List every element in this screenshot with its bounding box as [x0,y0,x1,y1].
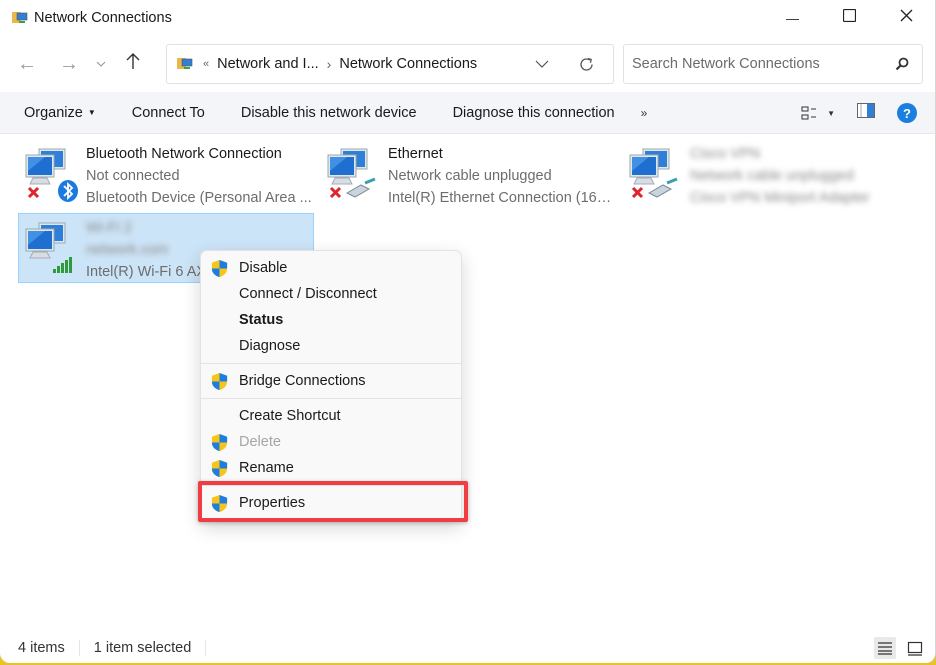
bluetooth-network-icon [23,147,79,203]
menu-item-rename[interactable]: Rename [201,455,461,481]
menu-item-label: Properties [239,495,306,511]
breadcrumb-network-and-internet[interactable]: Network and I... [217,56,319,72]
chevron-down-icon [96,58,106,70]
title-bar: Network Connections — [0,0,935,36]
recent-locations-button[interactable] [88,45,114,83]
menu-item-label: Delete [239,434,281,450]
address-dropdown-button[interactable] [527,45,557,83]
uac-shield-icon [211,494,228,513]
item-count: 4 items [18,640,65,656]
search-icon[interactable] [894,56,910,72]
up-arrow-icon [125,52,141,76]
large-icons-view-icon [907,641,923,656]
more-commands-button[interactable]: » [641,106,648,120]
uac-shield-icon [211,372,228,391]
search-input[interactable] [632,56,882,72]
explorer-window: Network Connections — ← → « Network and … [0,0,936,663]
refresh-button[interactable] [571,45,601,83]
connection-name: Wi-Fi 2 [86,220,132,236]
menu-item-create-shortcut[interactable]: Create Shortcut [201,403,461,429]
details-view-icon [878,642,892,655]
connection-status: Not connected [86,168,180,184]
context-menu: Disable Connect / Disconnect Status Diag… [200,250,462,522]
menu-item-label: Create Shortcut [239,408,341,424]
minimize-icon: — [786,10,799,26]
uac-shield-icon [211,433,228,452]
refresh-icon [579,57,593,71]
uac-shield-icon [211,459,228,478]
caret-down-icon: ▼ [87,107,96,117]
minimize-button[interactable]: — [764,0,821,36]
menu-item-connect-disconnect[interactable]: Connect / Disconnect [201,281,461,307]
caret-down-icon: ▼ [827,108,835,118]
help-button[interactable]: ? [897,103,917,123]
menu-item-properties[interactable]: Properties [201,490,461,516]
diagnose-connection-button[interactable]: Diagnose this connection [453,105,615,121]
large-icons-view-button[interactable] [904,637,926,659]
breadcrumb-network-connections[interactable]: Network Connections [339,56,477,72]
close-icon [900,9,913,27]
menu-item-label: Disable [239,260,288,276]
selection-count: 1 item selected [93,640,192,656]
menu-item-label: Connect / Disconnect [239,286,377,302]
breadcrumb-separator[interactable]: › [327,56,332,72]
uac-shield-icon [211,259,228,278]
address-bar[interactable]: « Network and I... › Network Connections [166,44,614,84]
preview-pane-icon [857,103,875,118]
ethernet-network-icon [627,147,683,203]
window-title: Network Connections [34,10,172,26]
menu-item-diagnose[interactable]: Diagnose [201,333,461,359]
menu-item-disable[interactable]: Disable [201,255,461,281]
menu-item-label: Status [239,312,284,328]
connection-status: Network cable unplugged [690,168,854,184]
menu-item-bridge-connections[interactable]: Bridge Connections [201,368,461,394]
menu-item-label: Diagnose [239,338,301,354]
back-button[interactable]: ← [8,45,46,83]
maximize-icon [842,8,857,27]
organize-label: Organize [24,104,83,121]
up-button[interactable] [114,45,152,83]
status-bar: 4 items 1 item selected [0,633,935,663]
organize-button[interactable]: Organize ▼ [24,105,96,121]
search-box[interactable] [623,44,923,84]
ethernet-network-icon [325,147,381,203]
maximize-button[interactable] [821,0,878,36]
network-folder-icon [12,10,28,26]
connection-device: Intel(R) Ethernet Connection (16) I... [388,190,616,206]
connections-list: Bluetooth Network Connection Not connect… [0,135,935,630]
connection-name: Cisco VPN [690,146,761,162]
menu-item-label: Bridge Connections [239,373,366,389]
view-options-icon [801,106,817,120]
connection-status: Network cable unplugged [388,168,552,184]
status-divider [205,640,207,656]
wifi-network-icon [23,221,79,277]
breadcrumb-overflow[interactable]: « [203,58,209,70]
menu-separator [201,485,461,486]
details-view-button[interactable] [874,637,896,659]
command-bar: Organize ▼ Connect To Disable this networ… [0,92,935,134]
disable-device-button[interactable]: Disable this network device [241,105,417,121]
preview-pane-button[interactable] [857,103,875,123]
close-button[interactable] [878,0,935,36]
network-folder-icon [177,56,195,72]
connection-name: Ethernet [388,146,443,162]
connection-name: Bluetooth Network Connection [86,146,282,162]
status-divider [78,640,80,656]
back-arrow-icon: ← [17,52,37,75]
menu-separator [201,363,461,364]
forward-button[interactable]: → [50,45,88,83]
navigation-bar: ← → « Network and I... › Network Connect… [0,36,935,92]
menu-item-status[interactable]: Status [201,307,461,333]
connection-item-bluetooth[interactable]: Bluetooth Network Connection Not connect… [18,139,314,209]
connection-item-vpn[interactable]: Cisco VPN Network cable unplugged Cisco … [622,139,918,209]
menu-item-delete: Delete [201,429,461,455]
change-view-button[interactable]: ▼ [801,105,835,121]
connection-device: Cisco VPN Miniport Adapter [690,190,870,206]
forward-arrow-icon: → [59,52,79,75]
menu-separator [201,398,461,399]
connection-device: Bluetooth Device (Personal Area ... [86,190,312,206]
connect-to-button[interactable]: Connect To [132,105,205,121]
connection-item-ethernet[interactable]: Ethernet Network cable unplugged Intel(R… [320,139,616,209]
menu-item-label: Rename [239,460,294,476]
